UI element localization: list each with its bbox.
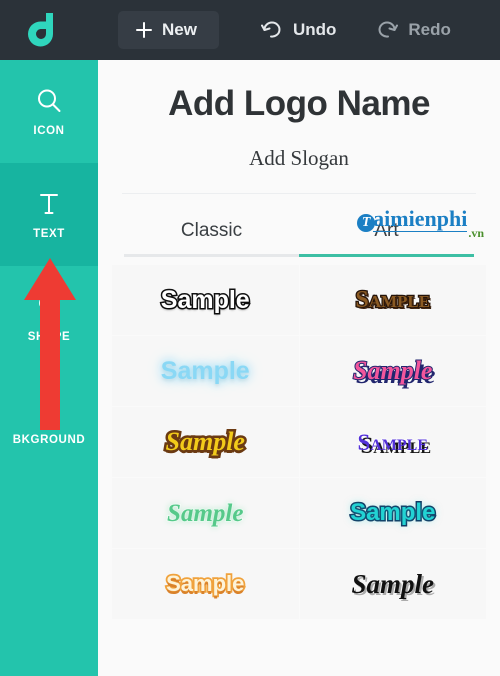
sample-text: Sample bbox=[160, 356, 250, 385]
sample-text: Sample bbox=[349, 499, 437, 526]
left-sidebar: ICON TEXT SHAPE BKGROUND bbox=[0, 60, 98, 676]
text-style-option-cyan-navy-outline[interactable]: Sample bbox=[299, 478, 486, 548]
app-logo-droplet-icon[interactable] bbox=[22, 7, 68, 53]
text-style-option-pink-navy-shadow-script[interactable]: Sample bbox=[299, 336, 486, 406]
tab-classic[interactable]: Classic bbox=[124, 220, 299, 257]
sample-text: Sample bbox=[357, 429, 429, 455]
text-style-option-white-black-outline[interactable]: Sample bbox=[112, 265, 299, 335]
new-button-label: New bbox=[162, 20, 197, 39]
sidebar-item-label: ICON bbox=[33, 125, 65, 137]
new-button[interactable]: New bbox=[118, 11, 219, 49]
text-style-option-purple-smallcaps-hardshadow[interactable]: Sample bbox=[299, 407, 486, 477]
sidebar-item-label: TEXT bbox=[33, 228, 65, 240]
tab-classic-label: Classic bbox=[180, 220, 243, 241]
sidebar-item-shape[interactable]: SHAPE bbox=[0, 266, 98, 369]
redo-arrow-icon bbox=[376, 21, 399, 39]
shapes-icon bbox=[34, 292, 64, 322]
redo-button-label: Redo bbox=[408, 20, 451, 39]
undo-button[interactable]: Undo bbox=[260, 20, 337, 40]
redo-button[interactable]: Redo bbox=[376, 20, 451, 40]
sample-text: Sample bbox=[164, 571, 246, 597]
watermark-taimienphi: T aimienphi .vn bbox=[357, 206, 484, 239]
undo-button-label: Undo bbox=[292, 20, 337, 39]
text-style-option-light-blue-glow[interactable]: Sample bbox=[112, 336, 299, 406]
sample-text: Sample bbox=[159, 285, 251, 314]
text-style-grid: Sample Sample Sample Sample Sample Sampl… bbox=[98, 265, 500, 619]
sample-text: Sample bbox=[351, 568, 434, 599]
section-divider bbox=[122, 193, 476, 194]
sample-text: Sample bbox=[166, 499, 244, 527]
top-toolbar: New Undo Redo bbox=[0, 0, 500, 60]
undo-arrow-icon bbox=[260, 21, 283, 39]
sample-text: Sample bbox=[354, 287, 431, 314]
magnifier-icon bbox=[34, 86, 64, 116]
sidebar-item-label: SHAPE bbox=[27, 331, 71, 343]
logo-name-text[interactable]: Add Logo Name bbox=[98, 84, 500, 124]
sample-text: Sample bbox=[352, 356, 433, 385]
logo-canvas[interactable]: Add Logo Name Add Slogan bbox=[98, 60, 500, 171]
sidebar-item-bkground[interactable]: BKGROUND bbox=[0, 369, 98, 472]
text-style-option-green-glow-script[interactable]: Sample bbox=[112, 478, 299, 548]
text-style-option-yellow-brown-outline-script[interactable]: Sample bbox=[112, 407, 299, 477]
text-t-icon bbox=[34, 189, 64, 219]
logo-maker-app: New Undo Redo ICON TEXT SHAPE BKGROUND A… bbox=[0, 0, 500, 676]
sidebar-item-icon[interactable]: ICON bbox=[0, 60, 98, 163]
sidebar-item-text[interactable]: TEXT bbox=[0, 163, 98, 266]
watermark-tld: .vn bbox=[468, 226, 484, 240]
hatched-square-icon bbox=[34, 395, 64, 425]
watermark-name: aimienphi bbox=[373, 206, 468, 232]
plus-icon bbox=[136, 22, 152, 38]
text-style-option-black-brush-script[interactable]: Sample bbox=[299, 549, 486, 619]
editor-main-panel: Add Logo Name Add Slogan T aimienphi .vn… bbox=[98, 60, 500, 676]
text-style-option-cream-orange-smallcaps[interactable]: Sample bbox=[112, 549, 299, 619]
sidebar-item-label: BKGROUND bbox=[12, 434, 86, 446]
logo-slogan-text[interactable]: Add Slogan bbox=[98, 146, 500, 171]
text-style-option-brown-smallcaps-wood[interactable]: Sample bbox=[299, 265, 486, 335]
sample-text: Sample bbox=[163, 426, 247, 457]
